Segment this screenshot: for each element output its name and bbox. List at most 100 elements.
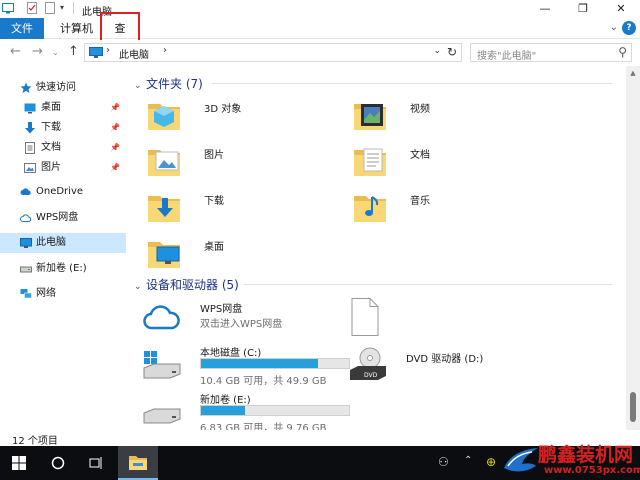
up-icon[interactable]: ↑ [68,44,79,59]
sidebar-item-documents[interactable]: 文档 📌 [0,138,126,158]
pin-icon[interactable]: 📌 [110,98,120,118]
sidebar-item-downloads[interactable]: 下载 📌 [0,118,126,138]
back-icon[interactable]: ← [10,44,21,59]
ribbon-tabs: 文件 计算机 查看 ⌄ ? [0,12,640,65]
search-box[interactable]: 搜索"此电脑" ⚲ [470,43,632,62]
star-icon [20,82,32,93]
downloads-folder-icon [148,196,180,222]
task-view-button[interactable] [76,446,116,480]
minimize-button[interactable]: — [528,0,562,18]
download-icon [25,122,35,134]
sidebar-item-quick-access[interactable]: 快速访问 [0,78,126,98]
sidebar-item-network[interactable]: 网络 [0,284,126,304]
sidebar-item-label: 快速访问 [36,82,76,93]
scrollbar-thumb[interactable] [630,392,636,422]
pin-icon[interactable]: 📌 [110,118,120,138]
folders-section-header[interactable]: ⌄ 文件夹 (7) [134,75,203,92]
folder-label: 视频 [410,104,430,115]
folder-videos[interactable]: 视频 [352,96,552,140]
start-button[interactable] [0,446,40,480]
folder-documents[interactable]: 文档 [352,142,552,186]
section-divider [244,284,612,285]
chevron-down-icon[interactable]: ⌄ [134,282,146,292]
help-icon[interactable]: ? [622,21,636,35]
drive-icon [143,408,181,424]
sidebar-item-label: 下载 [41,122,61,133]
cortana-icon [51,456,65,470]
taskbar-file-explorer[interactable] [118,446,158,480]
cortana-button[interactable] [38,446,78,480]
device-volume-e[interactable]: 新加卷 (E:) 6.83 GB 可用，共 9.76 GB [142,391,362,434]
maximize-button[interactable]: ❐ [566,0,600,18]
pin-icon[interactable]: 📌 [110,138,120,158]
chevron-right-icon[interactable]: › [163,45,167,56]
folder-label: 3D 对象 [204,104,242,115]
folder-label: 下载 [204,196,224,207]
sidebar-item-this-pc[interactable]: 此电脑 [0,233,126,253]
tab-file[interactable]: 文件 [0,18,44,39]
device-name: 本地磁盘 (C:) [200,348,262,359]
device-dvd-d[interactable]: DVD DVD 驱动器 (D:) [348,346,568,388]
address-row: ← → ⌄ ↑ › 此电脑 › ⌄ ↻ 搜索"此电脑" ⚲ [0,40,640,66]
vertical-scrollbar[interactable]: ▲ [626,66,640,430]
tray-overflow-icon[interactable]: ⌃ [464,455,472,466]
chevron-right-icon[interactable]: › [106,45,110,56]
people-icon[interactable]: ⚇ [438,455,449,469]
folder-downloads[interactable]: 下载 [146,188,346,232]
dvd-drive-icon: DVD [350,347,386,380]
tab-view[interactable]: 查看 [100,12,140,65]
recent-locations-icon[interactable]: ⌄ [52,48,59,57]
scroll-up-icon[interactable]: ▲ [626,66,640,80]
ribbon-expand-icon[interactable]: ⌄ [610,22,618,33]
folder-label: 文档 [410,150,430,161]
device-subtitle: 双击进入WPS网盘 [200,319,283,330]
disk-usage-fill [201,359,318,368]
search-input[interactable]: 搜索"此电脑" [477,47,536,62]
devices-section-header[interactable]: ⌄ 设备和驱动器 (5) [134,276,239,293]
watermark-title: 鹏鑫装机网 [538,444,634,466]
3d-objects-folder-icon [148,104,180,130]
new-folder-icon[interactable] [44,2,56,14]
refresh-icon[interactable]: ↻ [447,45,457,59]
device-wps-cloud[interactable]: WPS网盘 双击进入WPS网盘 [142,300,362,342]
folder-label: 音乐 [410,196,430,207]
properties-icon[interactable] [26,2,38,14]
close-button[interactable]: ✕ [604,0,638,18]
sidebar-item-onedrive[interactable]: OneDrive [0,182,126,202]
folder-desktop[interactable]: 桌面 [146,234,346,278]
pin-icon[interactable]: 📌 [110,158,120,178]
sidebar-item-label: OneDrive [36,186,84,197]
sidebar-item-volume-e[interactable]: 新加卷 (E:) [0,259,126,279]
sidebar-item-desktop[interactable]: 桌面 📌 [0,98,126,118]
music-folder-icon [354,196,386,222]
tray-app-icon[interactable]: ⊕ [486,455,496,469]
chevron-down-icon[interactable]: ⌄ [134,81,146,91]
forward-icon[interactable]: → [32,44,43,59]
desktop-folder-icon [148,242,180,268]
sidebar-item-label: 新加卷 (E:) [36,263,87,274]
folder-music[interactable]: 音乐 [352,188,552,232]
quick-access-dropdown-icon[interactable]: ▾ [60,2,72,14]
computer-icon [20,238,32,248]
sidebar-item-pictures[interactable]: 图片 📌 [0,158,126,178]
search-icon[interactable]: ⚲ [618,45,627,59]
watermark-logo [504,448,538,472]
navigation-pane: 快速访问 桌面 📌 下载 📌 文档 📌 图片 📌 OneDrive WPS网盘 … [0,78,126,428]
device-blank-file[interactable] [348,298,568,340]
sidebar-item-wps-cloud[interactable]: WPS网盘 [0,208,126,228]
local-disk-icon [143,351,181,379]
wps-cloud-icon [20,214,32,222]
device-local-disk-c[interactable]: 本地磁盘 (C:) 10.4 GB 可用，共 49.9 GB [142,344,362,387]
folder-3d-objects[interactable]: 3D 对象 [146,96,346,140]
sidebar-item-label: 图片 [41,162,61,173]
window-app-icon[interactable] [2,2,14,14]
devices-heading: 设备和驱动器 (5) [146,278,239,292]
address-path[interactable]: 此电脑 [119,46,149,61]
chevron-down-icon[interactable]: ⌄ [433,46,441,56]
address-bar[interactable]: › 此电脑 › ⌄ ↻ [84,43,462,62]
videos-folder-icon [354,104,386,130]
tab-computer[interactable]: 计算机 [52,18,101,39]
cloud-icon [20,188,31,195]
folder-pictures[interactable]: 图片 [146,142,346,186]
folder-label: 桌面 [204,242,224,253]
